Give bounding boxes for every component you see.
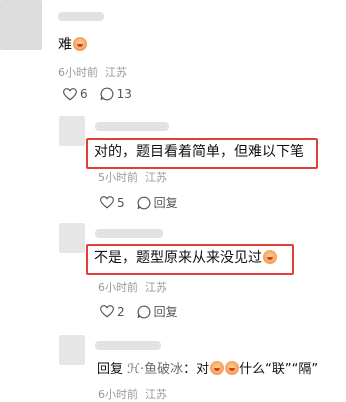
reply-location: 江苏 <box>145 281 167 294</box>
crying-face-emoji-icon <box>73 37 87 51</box>
comment-location: 江苏 <box>105 66 127 79</box>
comment-bubble-icon <box>100 87 114 101</box>
commenter-name-blurred[interactable] <box>58 12 104 21</box>
replies-button[interactable]: 13 <box>100 87 132 101</box>
reply-name-blurred[interactable] <box>95 341 161 350</box>
reply-text-part-b: 什么“联”“隔” <box>239 362 319 377</box>
reply-text: 对的，题目看着简单，但难以下笔 <box>94 143 304 161</box>
comment-meta: 6小时前 江苏 <box>58 64 127 80</box>
reply-name-blurred[interactable] <box>95 122 169 131</box>
reply-text-part-a: ：对 <box>183 362 210 377</box>
reply-time: 6小时前 <box>98 388 138 401</box>
comment-bubble-icon <box>137 196 151 209</box>
reply-location: 江苏 <box>145 171 167 184</box>
reply-meta: 5小时前 江苏 <box>98 169 167 185</box>
like-button[interactable]: 5 <box>100 196 125 210</box>
reply-avatar[interactable] <box>59 335 85 365</box>
heart-outline-icon <box>100 305 114 318</box>
reply-avatar[interactable] <box>59 116 85 146</box>
reply-text: 回复 ℋ·鱼破冰：对 什么“联”“隔” <box>97 361 318 379</box>
reply-label: 回复 <box>153 196 178 210</box>
reply-meta: 6小时前 江苏 <box>98 279 167 295</box>
reply-button[interactable]: 回复 <box>137 303 178 320</box>
reply-count: 13 <box>116 87 132 101</box>
reply-time: 6小时前 <box>98 281 138 294</box>
reply-actions: 5 回复 <box>100 194 190 211</box>
crying-face-emoji-icon <box>210 361 225 375</box>
comment-actions: 6 13 <box>63 87 144 101</box>
comment-bubble-icon <box>137 305 151 318</box>
reply-name-blurred[interactable] <box>95 229 163 238</box>
reply-time: 5小时前 <box>98 171 138 184</box>
reply-label: 回复 <box>153 305 178 319</box>
reply-avatar[interactable] <box>59 223 85 253</box>
like-button[interactable]: 6 <box>63 87 88 101</box>
like-count: 6 <box>80 87 88 101</box>
reply-prefix: 回复 <box>97 362 124 377</box>
comment-text-content: 难 <box>58 37 72 53</box>
heart-outline-icon <box>63 87 77 100</box>
crying-face-emoji-icon <box>225 361 240 375</box>
reply-target-name[interactable]: ℋ·鱼破冰 <box>127 362 183 377</box>
reply-button[interactable]: 回复 <box>137 194 178 211</box>
reply-location: 江苏 <box>145 388 167 401</box>
heart-outline-icon <box>100 196 114 209</box>
crying-face-emoji-icon <box>263 250 277 264</box>
reply-text: 不是，题型原来从来没见过 <box>94 249 277 267</box>
reply-meta: 6小时前 江苏 <box>98 386 167 402</box>
comment-time: 6小时前 <box>58 66 98 79</box>
reply-actions: 2 回复 <box>100 303 190 320</box>
commenter-avatar[interactable] <box>0 0 42 50</box>
comment-text: 难 <box>58 36 87 54</box>
like-button[interactable]: 2 <box>100 305 125 319</box>
reply-text-content: 对的，题目看着简单，但难以下笔 <box>94 144 304 160</box>
like-count: 5 <box>117 195 125 210</box>
reply-text-content: 不是，题型原来从来没见过 <box>94 250 262 266</box>
like-count: 2 <box>117 304 125 319</box>
